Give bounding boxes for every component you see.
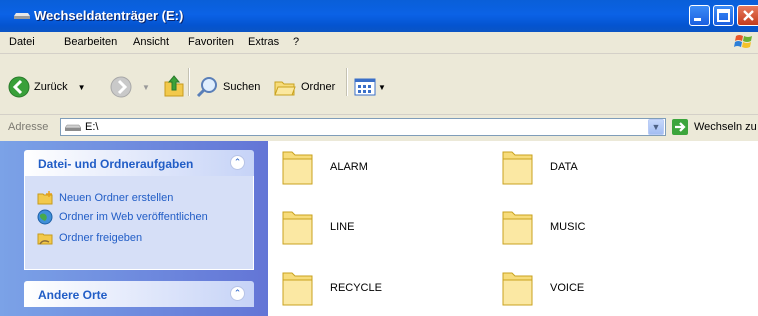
menu-bearbeiten[interactable]: Bearbeiten <box>64 36 117 48</box>
address-value: E:\ <box>85 121 99 133</box>
file-tasks-title: Datei- und Ordneraufgaben <box>38 157 194 171</box>
removable-drive-icon <box>65 124 81 131</box>
file-tasks-header[interactable]: Datei- und Ordneraufgaben ⌃ <box>24 150 254 176</box>
folder-icon <box>282 151 313 185</box>
folders-button[interactable]: Ordner <box>274 76 335 98</box>
minimize-button[interactable] <box>689 5 710 26</box>
folder-icon <box>502 151 533 185</box>
task-label: Neuen Ordner erstellen <box>59 192 174 204</box>
views-button[interactable]: ▼ <box>354 76 386 98</box>
folder-item[interactable]: DATA <box>500 146 578 188</box>
file-tasks-panel: Neuen Ordner erstellen Ordner im Web ver… <box>24 176 254 270</box>
back-label: Zurück <box>34 81 68 93</box>
views-dropdown-icon[interactable]: ▼ <box>378 83 386 92</box>
menu-bar: Datei Bearbeiten Ansicht Favoriten Extra… <box>0 32 758 54</box>
folder-label: LINE <box>330 221 355 233</box>
chevron-up-icon: ⌃ <box>233 288 242 298</box>
folder-item[interactable]: RECYCLE <box>280 267 382 309</box>
chevron-down-icon: ▼ <box>651 122 661 132</box>
folder-label: DATA <box>550 161 578 173</box>
toolbar-separator <box>346 68 348 96</box>
folder-item[interactable]: VOICE <box>500 267 584 309</box>
address-bar: Adresse E:\ ▼ Wechseln zu <box>0 114 758 142</box>
window-title: Wechseldatenträger (E:) <box>34 8 184 23</box>
menu-ansicht[interactable]: Ansicht <box>133 36 169 48</box>
go-label[interactable]: Wechseln zu <box>694 121 757 133</box>
search-button[interactable]: Suchen <box>196 76 260 98</box>
forward-button[interactable]: ▼ <box>110 76 150 98</box>
minimize-icon <box>694 18 701 21</box>
chevron-up-icon: ⌃ <box>233 157 242 167</box>
address-input[interactable]: E:\ <box>60 118 666 136</box>
back-dropdown-icon[interactable]: ▼ <box>78 83 86 92</box>
share-folder-icon <box>37 233 53 245</box>
task-share-folder[interactable]: Ordner freigeben <box>37 230 142 246</box>
removable-drive-icon <box>14 13 30 19</box>
folder-icon <box>282 272 313 306</box>
go-button[interactable] <box>672 119 688 135</box>
folder-icon <box>282 211 313 245</box>
task-publish-web[interactable]: Ordner im Web veröffentlichen <box>37 209 208 225</box>
search-label: Suchen <box>223 81 261 93</box>
close-icon <box>743 10 754 21</box>
task-label: Ordner im Web veröffentlichen <box>59 211 208 223</box>
folder-item[interactable]: LINE <box>280 206 354 248</box>
task-label: Ordner freigeben <box>59 232 143 244</box>
address-label: Adresse <box>8 121 49 133</box>
new-folder-icon <box>37 191 53 205</box>
forward-arrow-icon <box>110 76 132 98</box>
folder-label: MUSIC <box>550 221 586 233</box>
forward-dropdown-icon[interactable]: ▼ <box>142 83 150 92</box>
back-button[interactable]: Zurück ▼ <box>8 76 86 98</box>
other-places-title: Andere Orte <box>38 288 108 302</box>
title-bar[interactable]: Wechseldatenträger (E:) <box>0 0 758 32</box>
collapse-button[interactable]: ⌃ <box>230 286 245 301</box>
search-icon <box>196 77 217 98</box>
menu-help[interactable]: ? <box>293 36 299 48</box>
folder-item[interactable]: MUSIC <box>500 206 585 248</box>
views-icon <box>354 78 376 96</box>
folder-item[interactable]: ALARM <box>280 146 368 188</box>
menu-extras[interactable]: Extras <box>248 36 279 48</box>
folder-label: ALARM <box>330 161 368 173</box>
folders-icon <box>274 81 296 96</box>
folder-label: VOICE <box>550 282 585 294</box>
collapse-button[interactable]: ⌃ <box>230 155 245 170</box>
task-new-folder[interactable]: Neuen Ordner erstellen <box>37 190 173 206</box>
menu-favoriten[interactable]: Favoriten <box>188 36 234 48</box>
folder-label: RECYCLE <box>330 282 382 294</box>
go-arrow-icon <box>675 122 686 132</box>
maximize-button[interactable] <box>713 5 734 26</box>
publish-web-icon <box>37 209 53 225</box>
windows-logo-icon <box>734 35 752 48</box>
up-folder-icon <box>164 75 184 97</box>
folder-icon <box>502 272 533 306</box>
folders-label: Ordner <box>301 81 336 93</box>
maximize-icon <box>717 9 730 22</box>
other-places-header[interactable]: Andere Orte ⌃ <box>24 281 254 307</box>
menu-datei[interactable]: Datei <box>9 36 35 48</box>
folder-icon <box>502 211 533 245</box>
up-folder-button[interactable] <box>163 74 185 98</box>
back-arrow-icon <box>8 76 30 98</box>
close-button[interactable] <box>737 5 758 26</box>
toolbar-separator <box>188 68 190 96</box>
address-dropdown-button[interactable]: ▼ <box>648 119 664 135</box>
